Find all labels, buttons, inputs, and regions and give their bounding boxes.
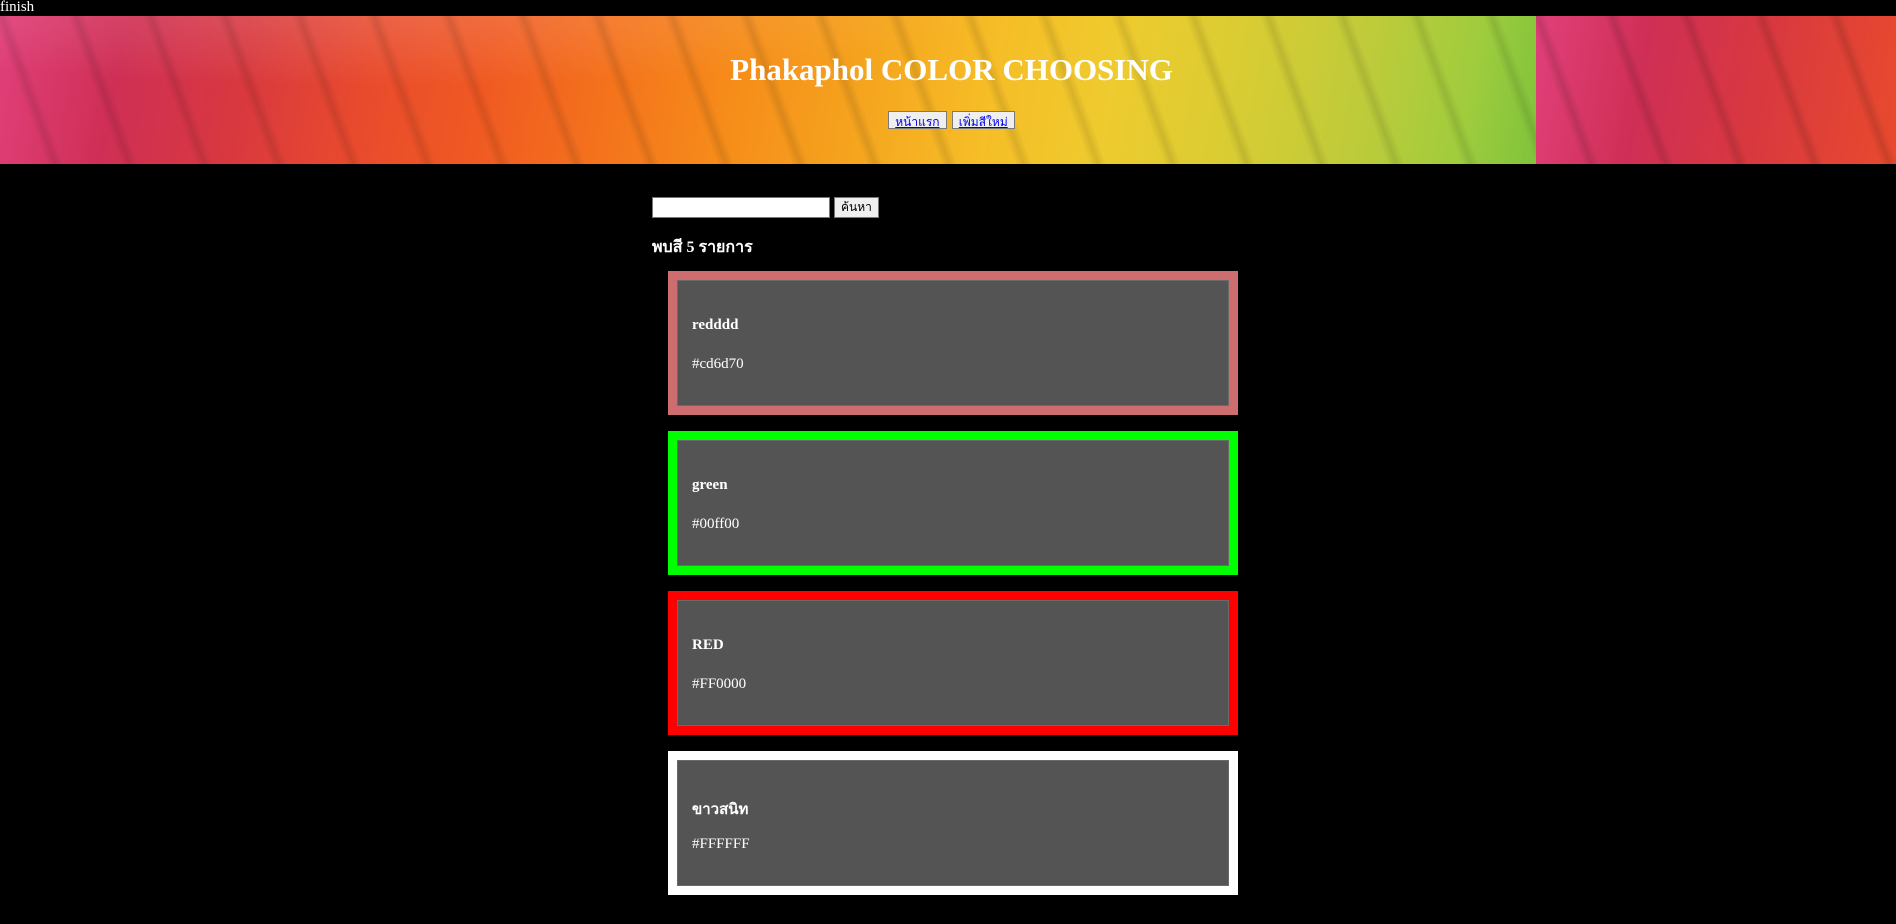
search-input[interactable]: [652, 196, 830, 218]
color-card: ขาวสนิท #FFFFFF: [668, 751, 1238, 895]
color-name: RED: [692, 637, 724, 653]
result-count: พบสี 5 รายการ: [652, 239, 753, 256]
banner-image: [0, 16, 1536, 164]
color-card-inner: [677, 600, 1229, 726]
nav-home-button[interactable]: หน้าแรก: [888, 111, 947, 129]
header-banner: Phakaphol COLOR CHOOSING หน้าแรก เพิ่มสี…: [0, 16, 1896, 164]
status-text: finish: [0, 0, 35, 15]
color-card-inner: [677, 280, 1229, 406]
color-name: redddd: [692, 317, 739, 333]
color-hex: #cd6d70: [692, 356, 744, 372]
nav-add-color-button[interactable]: เพิ่มสีใหม่: [951, 111, 1015, 129]
color-card-inner: [677, 440, 1229, 566]
color-card-inner: [677, 760, 1229, 886]
color-card: redddd #cd6d70: [668, 271, 1238, 415]
color-name: green: [692, 477, 728, 493]
search-bar: ค้นหา: [652, 196, 1252, 218]
color-hex: #FF0000: [692, 676, 747, 692]
nav-add-color-link[interactable]: เพิ่มสีใหม่: [959, 115, 1008, 129]
color-card: green #00ff00: [668, 431, 1238, 575]
search-button[interactable]: ค้นหา: [834, 196, 879, 218]
color-name: ขาวสนิท: [692, 802, 749, 818]
color-hex: #FFFFFF: [692, 836, 750, 852]
color-card-list: redddd #cd6d70 green #00ff00 RED #FF0000…: [668, 271, 1238, 911]
color-card: RED #FF0000: [668, 591, 1238, 735]
main-content: ค้นหา พบสี 5 รายการ redddd #cd6d70 green…: [652, 196, 1252, 895]
nav-home-link[interactable]: หน้าแรก: [895, 115, 939, 129]
main-nav: หน้าแรก เพิ่มสีใหม่: [0, 111, 1896, 129]
banner-image-repeat: [1536, 16, 1896, 164]
color-hex: #00ff00: [692, 516, 740, 532]
